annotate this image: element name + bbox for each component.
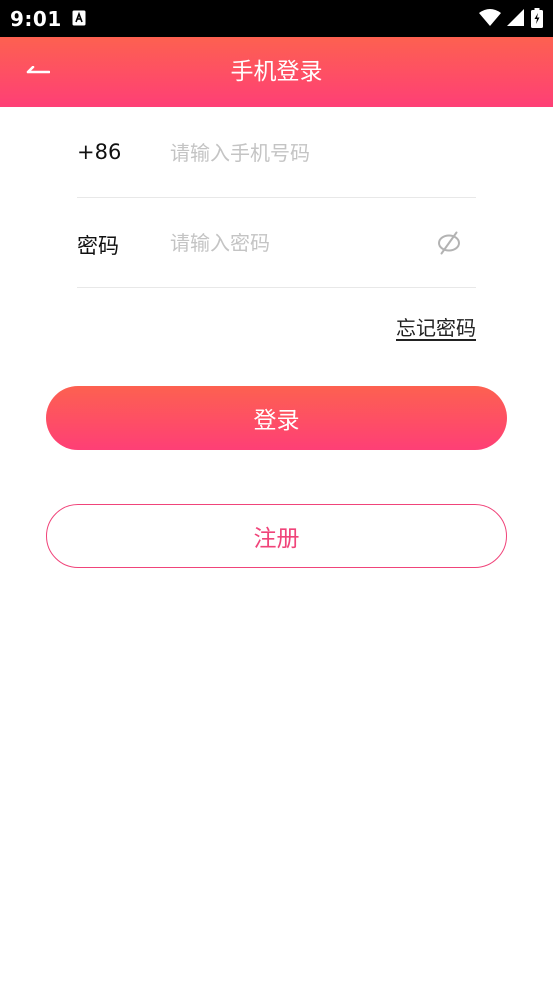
status-time: 9:01: [10, 7, 62, 31]
login-button[interactable]: 登录: [46, 386, 507, 450]
password-input[interactable]: [170, 226, 420, 260]
password-row: 密码: [77, 198, 476, 288]
a-icon: [72, 10, 86, 30]
wifi-icon: [479, 9, 501, 31]
register-button[interactable]: 注册: [46, 504, 507, 568]
status-icons: [479, 8, 543, 32]
phone-row: +86: [77, 108, 476, 198]
status-bar: 9:01: [0, 0, 553, 37]
app-bar: 手机登录: [0, 37, 553, 107]
country-code: +86: [77, 140, 122, 164]
eye-off-icon[interactable]: [436, 230, 462, 256]
battery-icon: [531, 8, 543, 32]
phone-input[interactable]: [170, 136, 420, 170]
back-button[interactable]: [18, 57, 58, 87]
page-title: 手机登录: [230, 59, 323, 85]
signal-icon: [507, 9, 525, 31]
back-arrow-icon: [26, 63, 51, 82]
password-label: 密码: [77, 234, 119, 258]
forgot-password-link[interactable]: 忘记密码: [396, 312, 476, 341]
